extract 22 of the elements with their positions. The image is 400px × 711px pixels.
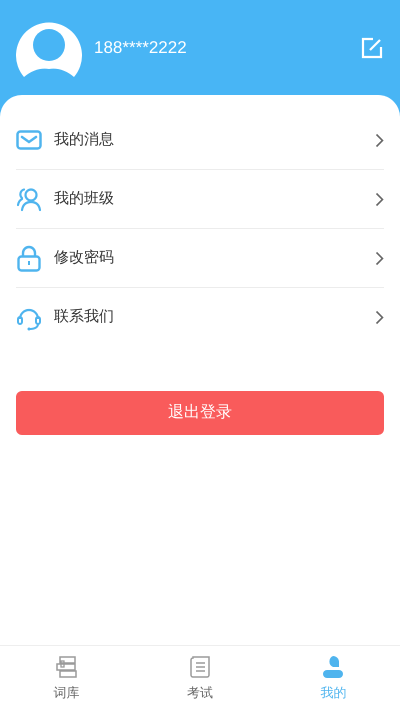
menu-label: 修改密码 <box>54 248 115 268</box>
menu-item[interactable]: 我的班级 <box>16 170 384 229</box>
menu-item[interactable]: 修改密码 <box>16 229 384 288</box>
chevron-right-icon <box>375 310 384 325</box>
menu-item[interactable]: 联系我们 <box>16 288 384 347</box>
menu-label: 联系我们 <box>54 307 115 328</box>
chevron-right-icon <box>375 192 384 206</box>
phone-number: 188****2222 <box>94 36 188 59</box>
people-icon <box>16 186 42 212</box>
scroll-icon <box>188 654 211 679</box>
tab-item[interactable]: 词库 <box>0 646 134 711</box>
tab-item[interactable]: 考试 <box>133 646 267 711</box>
chevron-right-icon <box>375 132 384 148</box>
menu-label: 我的班级 <box>54 188 115 209</box>
envelope-icon <box>16 130 42 150</box>
menu-item[interactable]: 我的消息 <box>16 111 384 170</box>
chevron-right-icon <box>375 250 384 266</box>
books-icon <box>54 654 79 679</box>
person-icon <box>321 654 346 679</box>
menu-label: 我的消息 <box>54 130 115 150</box>
lock-icon <box>17 244 41 272</box>
edit-button[interactable] <box>360 36 384 60</box>
